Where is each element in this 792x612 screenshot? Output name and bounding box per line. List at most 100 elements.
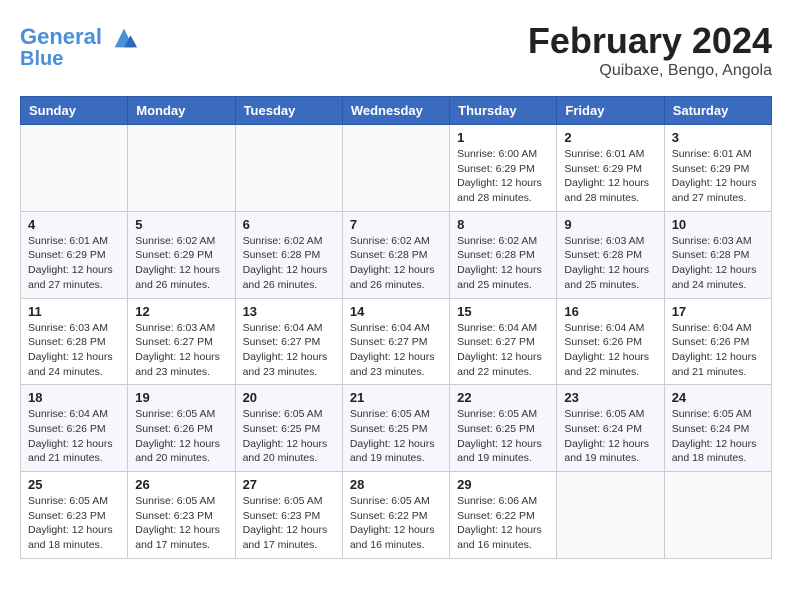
day-info: Sunrise: 6:05 AMSunset: 6:24 PMDaylight:… (564, 407, 656, 466)
day-info: Sunrise: 6:05 AMSunset: 6:23 PMDaylight:… (28, 494, 120, 553)
day-number: 12 (135, 304, 227, 319)
logo-general: General (20, 24, 102, 49)
calendar-cell (235, 125, 342, 212)
calendar-title: February 2024 (528, 20, 772, 62)
day-number: 26 (135, 477, 227, 492)
day-info: Sunrise: 6:05 AMSunset: 6:24 PMDaylight:… (672, 407, 764, 466)
calendar-cell: 5 Sunrise: 6:02 AMSunset: 6:29 PMDaylight… (128, 211, 235, 298)
calendar-cell (128, 125, 235, 212)
page-header: General Blue February 2024 Quibaxe, Beng… (20, 20, 772, 80)
day-info: Sunrise: 6:00 AMSunset: 6:29 PMDaylight:… (457, 147, 549, 206)
calendar-table: SundayMondayTuesdayWednesdayThursdayFrid… (20, 96, 772, 559)
day-info: Sunrise: 6:04 AMSunset: 6:26 PMDaylight:… (28, 407, 120, 466)
day-number: 17 (672, 304, 764, 319)
calendar-cell: 19 Sunrise: 6:05 AMSunset: 6:26 PMDayligh… (128, 385, 235, 472)
day-info: Sunrise: 6:02 AMSunset: 6:29 PMDaylight:… (135, 234, 227, 293)
day-number: 7 (350, 217, 442, 232)
calendar-cell: 11 Sunrise: 6:03 AMSunset: 6:28 PMDayligh… (21, 298, 128, 385)
day-info: Sunrise: 6:02 AMSunset: 6:28 PMDaylight:… (350, 234, 442, 293)
calendar-cell (342, 125, 449, 212)
day-number: 2 (564, 130, 656, 145)
calendar-cell: 26 Sunrise: 6:05 AMSunset: 6:23 PMDayligh… (128, 472, 235, 559)
day-number: 8 (457, 217, 549, 232)
day-number: 27 (243, 477, 335, 492)
calendar-week-row: 18Sunrise: 6:04 AMSunset: 6:26 PMDayligh… (21, 385, 772, 472)
calendar-cell: 15Sunrise: 6:04 AMSunset: 6:27 PMDayligh… (450, 298, 557, 385)
day-number: 10 (672, 217, 764, 232)
day-number: 1 (457, 130, 549, 145)
calendar-cell: 9Sunrise: 6:03 AMSunset: 6:28 PMDaylight… (557, 211, 664, 298)
calendar-cell: 22 Sunrise: 6:05 AMSunset: 6:25 PMDayligh… (450, 385, 557, 472)
day-info: Sunrise: 6:05 AMSunset: 6:23 PMDaylight:… (135, 494, 227, 553)
day-info: Sunrise: 6:01 AMSunset: 6:29 PMDaylight:… (28, 234, 120, 293)
calendar-cell: 28 Sunrise: 6:05 AMSunset: 6:22 PMDayligh… (342, 472, 449, 559)
calendar-cell: 8 Sunrise: 6:02 AMSunset: 6:28 PMDaylight… (450, 211, 557, 298)
calendar-cell: 2 Sunrise: 6:01 AMSunset: 6:29 PMDaylight… (557, 125, 664, 212)
day-number: 3 (672, 130, 764, 145)
calendar-cell: 18Sunrise: 6:04 AMSunset: 6:26 PMDayligh… (21, 385, 128, 472)
calendar-cell: 1 Sunrise: 6:00 AMSunset: 6:29 PMDaylight… (450, 125, 557, 212)
day-info: Sunrise: 6:02 AMSunset: 6:28 PMDaylight:… (243, 234, 335, 293)
weekday-header-sunday: Sunday (21, 97, 128, 125)
day-info: Sunrise: 6:05 AMSunset: 6:26 PMDaylight:… (135, 407, 227, 466)
weekday-header-saturday: Saturday (664, 97, 771, 125)
day-info: Sunrise: 6:04 AMSunset: 6:27 PMDaylight:… (243, 321, 335, 380)
day-info: Sunrise: 6:03 AMSunset: 6:28 PMDaylight:… (672, 234, 764, 293)
calendar-cell: 21Sunrise: 6:05 AMSunset: 6:25 PMDayligh… (342, 385, 449, 472)
calendar-cell (21, 125, 128, 212)
weekday-header-friday: Friday (557, 97, 664, 125)
day-info: Sunrise: 6:05 AMSunset: 6:25 PMDaylight:… (457, 407, 549, 466)
calendar-week-row: 11 Sunrise: 6:03 AMSunset: 6:28 PMDayligh… (21, 298, 772, 385)
calendar-cell: 3 Sunrise: 6:01 AMSunset: 6:29 PMDaylight… (664, 125, 771, 212)
day-info: Sunrise: 6:01 AMSunset: 6:29 PMDaylight:… (564, 147, 656, 206)
day-number: 22 (457, 390, 549, 405)
calendar-cell: 12 Sunrise: 6:03 AMSunset: 6:27 PMDayligh… (128, 298, 235, 385)
calendar-cell: 25 Sunrise: 6:05 AMSunset: 6:23 PMDayligh… (21, 472, 128, 559)
weekday-header-row: SundayMondayTuesdayWednesdayThursdayFrid… (21, 97, 772, 125)
calendar-week-row: 1 Sunrise: 6:00 AMSunset: 6:29 PMDaylight… (21, 125, 772, 212)
day-number: 23 (564, 390, 656, 405)
day-info: Sunrise: 6:05 AMSunset: 6:22 PMDaylight:… (350, 494, 442, 553)
calendar-week-row: 25 Sunrise: 6:05 AMSunset: 6:23 PMDayligh… (21, 472, 772, 559)
calendar-cell: 13Sunrise: 6:04 AMSunset: 6:27 PMDayligh… (235, 298, 342, 385)
day-number: 16 (564, 304, 656, 319)
weekday-header-wednesday: Wednesday (342, 97, 449, 125)
calendar-cell: 17Sunrise: 6:04 AMSunset: 6:26 PMDayligh… (664, 298, 771, 385)
day-info: Sunrise: 6:04 AMSunset: 6:26 PMDaylight:… (564, 321, 656, 380)
day-number: 24 (672, 390, 764, 405)
day-info: Sunrise: 6:02 AMSunset: 6:28 PMDaylight:… (457, 234, 549, 293)
day-info: Sunrise: 6:03 AMSunset: 6:28 PMDaylight:… (564, 234, 656, 293)
day-number: 5 (135, 217, 227, 232)
logo-icon (110, 24, 138, 52)
calendar-cell: 7 Sunrise: 6:02 AMSunset: 6:28 PMDaylight… (342, 211, 449, 298)
title-block: February 2024 Quibaxe, Bengo, Angola (528, 20, 772, 80)
calendar-cell: 24 Sunrise: 6:05 AMSunset: 6:24 PMDayligh… (664, 385, 771, 472)
calendar-cell: 4 Sunrise: 6:01 AMSunset: 6:29 PMDaylight… (21, 211, 128, 298)
calendar-week-row: 4 Sunrise: 6:01 AMSunset: 6:29 PMDaylight… (21, 211, 772, 298)
day-number: 14 (350, 304, 442, 319)
day-number: 20 (243, 390, 335, 405)
day-info: Sunrise: 6:01 AMSunset: 6:29 PMDaylight:… (672, 147, 764, 206)
day-number: 28 (350, 477, 442, 492)
calendar-cell: 10 Sunrise: 6:03 AMSunset: 6:28 PMDayligh… (664, 211, 771, 298)
day-info: Sunrise: 6:04 AMSunset: 6:27 PMDaylight:… (457, 321, 549, 380)
weekday-header-thursday: Thursday (450, 97, 557, 125)
weekday-header-tuesday: Tuesday (235, 97, 342, 125)
day-info: Sunrise: 6:03 AMSunset: 6:27 PMDaylight:… (135, 321, 227, 380)
day-info: Sunrise: 6:05 AMSunset: 6:25 PMDaylight:… (243, 407, 335, 466)
calendar-cell: 6 Sunrise: 6:02 AMSunset: 6:28 PMDaylight… (235, 211, 342, 298)
day-number: 4 (28, 217, 120, 232)
day-number: 11 (28, 304, 120, 319)
calendar-subtitle: Quibaxe, Bengo, Angola (528, 62, 772, 80)
logo: General Blue (20, 24, 138, 70)
calendar-cell: 20 Sunrise: 6:05 AMSunset: 6:25 PMDayligh… (235, 385, 342, 472)
weekday-header-monday: Monday (128, 97, 235, 125)
day-number: 25 (28, 477, 120, 492)
calendar-cell: 27Sunrise: 6:05 AMSunset: 6:23 PMDayligh… (235, 472, 342, 559)
calendar-cell: 14Sunrise: 6:04 AMSunset: 6:27 PMDayligh… (342, 298, 449, 385)
day-info: Sunrise: 6:03 AMSunset: 6:28 PMDaylight:… (28, 321, 120, 380)
day-info: Sunrise: 6:06 AMSunset: 6:22 PMDaylight:… (457, 494, 549, 553)
day-number: 19 (135, 390, 227, 405)
day-number: 6 (243, 217, 335, 232)
calendar-cell (557, 472, 664, 559)
